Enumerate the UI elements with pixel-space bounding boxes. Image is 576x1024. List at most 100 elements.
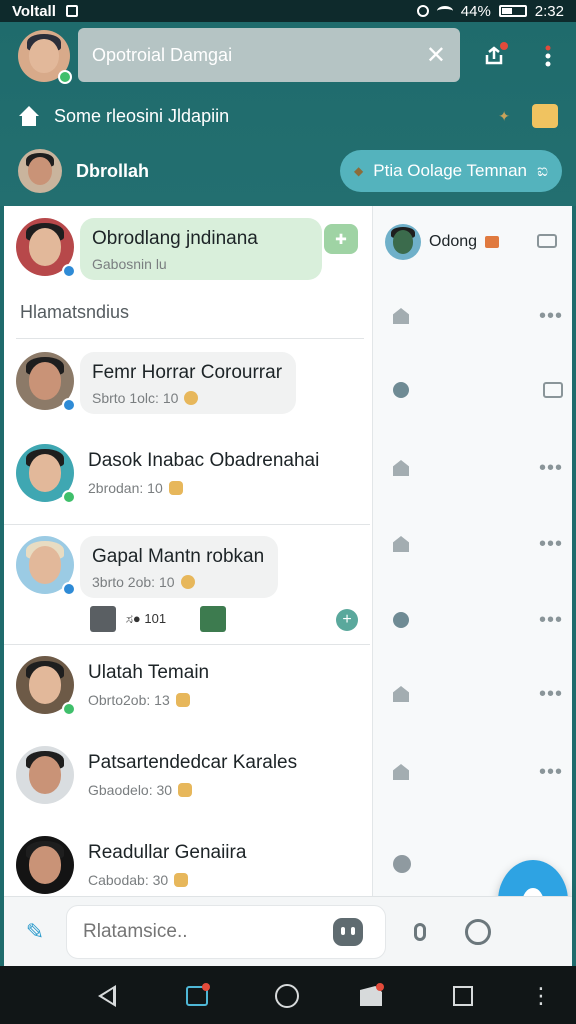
- reaction-row[interactable]: ಸ● 101: [90, 606, 227, 632]
- chat-list: Obrodlang jndinana Gabosnin lu ✚ Hlamats…: [4, 206, 370, 896]
- chat-text: Ulatah Temain Obrto2ob: 13: [88, 656, 209, 708]
- notification-dot: [202, 983, 210, 991]
- chat-meta: 3brto 2ob: 10: [92, 574, 264, 590]
- thumbnail-image: [200, 606, 227, 632]
- avatar: [16, 836, 74, 894]
- reaction-count: ಸ● 101: [126, 611, 167, 626]
- side-row[interactable]: •••: [393, 456, 563, 480]
- pin-action-icon[interactable]: ✚: [324, 224, 358, 254]
- more-options-icon[interactable]: [534, 42, 562, 70]
- profile-avatar[interactable]: [18, 30, 72, 84]
- more-icon[interactable]: •••: [539, 533, 563, 556]
- sparkle-icon: ✦: [498, 107, 510, 124]
- gallery-icon[interactable]: [184, 983, 210, 1009]
- home-icon: [393, 536, 409, 552]
- chat-meta: Gabosnin lu: [92, 256, 167, 272]
- side-row[interactable]: •••: [393, 304, 563, 328]
- status-right: 44% 2:32: [416, 2, 564, 20]
- pen-icon[interactable]: ✎: [22, 919, 48, 945]
- home-nav-icon[interactable]: [274, 983, 300, 1009]
- avatar: [16, 746, 74, 804]
- close-icon[interactable]: ✕: [426, 41, 446, 70]
- microphone-icon[interactable]: [404, 916, 436, 948]
- overflow-menu-icon[interactable]: ⋮: [528, 983, 554, 1009]
- status-badge: [62, 398, 76, 412]
- chat-name: Patsartendedcar Karales: [88, 752, 298, 773]
- avatar-face: [392, 230, 414, 254]
- sim-icon: [65, 5, 78, 17]
- more-icon[interactable]: •••: [539, 683, 563, 706]
- vertical-dots-icon: ⋮: [530, 983, 552, 1008]
- chat-meta-text: Obrto2ob: 13: [88, 692, 170, 708]
- add-icon[interactable]: +: [336, 609, 358, 631]
- home-circle-icon: [275, 984, 299, 1008]
- emoji-picker-icon[interactable]: [462, 916, 494, 948]
- chat-meta: Cabodab: 30: [88, 872, 246, 888]
- chat-bubbles-icon[interactable]: [537, 234, 557, 248]
- main-panel: Obrodlang jndinana Gabosnin lu ✚ Hlamats…: [4, 206, 572, 896]
- chat-meta-text: 2brodan: 10: [88, 480, 163, 496]
- pinned-bubble: Obrodlang jndinana Gabosnin lu ✚: [80, 218, 358, 280]
- home-icon: [393, 686, 409, 702]
- more-icon[interactable]: •••: [539, 457, 563, 480]
- avatar: [16, 656, 76, 716]
- more-icon[interactable]: •••: [539, 761, 563, 784]
- contact-avatar[interactable]: [18, 149, 62, 193]
- divider: [4, 644, 370, 645]
- tools-icon[interactable]: [532, 104, 558, 128]
- side-panel-header[interactable]: Odong: [385, 224, 500, 260]
- emoji-icon: [174, 873, 189, 887]
- flag-icon: [485, 236, 500, 248]
- flag-nav-icon[interactable]: [358, 983, 384, 1009]
- avatar: [385, 224, 421, 260]
- user-row: Dbrollah ◆ Ptia Oolage Temnan ಐ: [18, 148, 562, 194]
- avatar-face: [28, 546, 62, 584]
- side-row[interactable]: •••: [393, 682, 563, 706]
- recents-square-icon: [453, 986, 473, 1006]
- section-heading: Hlamatsndius: [20, 302, 130, 322]
- smile-shape-icon: [465, 919, 491, 945]
- clock: 2:32: [534, 2, 564, 20]
- diamond-icon: ◆: [354, 164, 364, 178]
- emoji-icon: [178, 783, 193, 797]
- chat-list-item[interactable]: Ulatah Temain Obrto2ob: 13: [16, 656, 366, 716]
- notification-dot: [500, 42, 508, 50]
- carrier-label: Voltall: [12, 2, 56, 20]
- chat-icon[interactable]: [543, 382, 563, 398]
- chat-meta: Sbrto 1olc: 10: [92, 390, 282, 406]
- divider: [16, 338, 364, 339]
- side-row[interactable]: •••: [393, 532, 563, 556]
- invite-button[interactable]: ◆ Ptia Oolage Temnan ಐ: [340, 150, 562, 192]
- side-panel: Odong ••• ••• ••• ••• ••• •••: [372, 206, 572, 896]
- battery-icon: [498, 5, 527, 17]
- search-text: Opotroial Damgai: [92, 44, 233, 65]
- group-row[interactable]: Some rleosini Jldapiin ✦: [18, 98, 558, 134]
- more-icon[interactable]: •••: [539, 609, 563, 632]
- invite-suffix-icon: ಐ: [537, 161, 548, 180]
- chat-list-item[interactable]: Readullar Genaiira Cabodab: 30: [16, 836, 366, 894]
- chat-list-item[interactable]: Patsartendedcar Karales Gbaodelo: 30: [16, 746, 366, 804]
- search-bar[interactable]: Opotroial Damgai ✕: [78, 28, 460, 82]
- more-icon[interactable]: •••: [539, 305, 563, 328]
- side-panel-name: Odong: [429, 233, 478, 250]
- chat-bubble: Gapal Mantn robkan 3brto 2ob: 10: [80, 536, 279, 598]
- chat-text: Patsartendedcar Karales Gbaodelo: 30: [88, 746, 297, 798]
- side-row[interactable]: •••: [393, 608, 563, 632]
- location-icon: [416, 5, 429, 17]
- invite-label: Ptia Oolage Temnan: [373, 161, 527, 180]
- back-icon[interactable]: [94, 983, 120, 1009]
- share-icon[interactable]: [480, 42, 508, 70]
- settings-icon: [393, 855, 411, 873]
- home-icon: [393, 308, 409, 324]
- pinned-chat[interactable]: Obrodlang jndinana Gabosnin lu ✚: [16, 218, 366, 280]
- bot-icon[interactable]: [332, 916, 364, 948]
- side-row[interactable]: [393, 378, 563, 402]
- back-triangle-icon: [98, 985, 116, 1007]
- chat-name: Gapal Mantn robkan: [92, 546, 265, 567]
- side-row[interactable]: •••: [393, 760, 563, 784]
- chat-list-item[interactable]: Dasok Inabac Obadrenahai 2brodan: 10: [16, 444, 366, 504]
- chat-list-item[interactable]: Femr Horrar Corourrar Sbrto 1olc: 10: [16, 352, 366, 414]
- emoji-icon: [175, 693, 190, 707]
- chat-list-item[interactable]: Gapal Mantn robkan 3brto 2ob: 10: [16, 536, 366, 598]
- recents-icon[interactable]: [450, 983, 476, 1009]
